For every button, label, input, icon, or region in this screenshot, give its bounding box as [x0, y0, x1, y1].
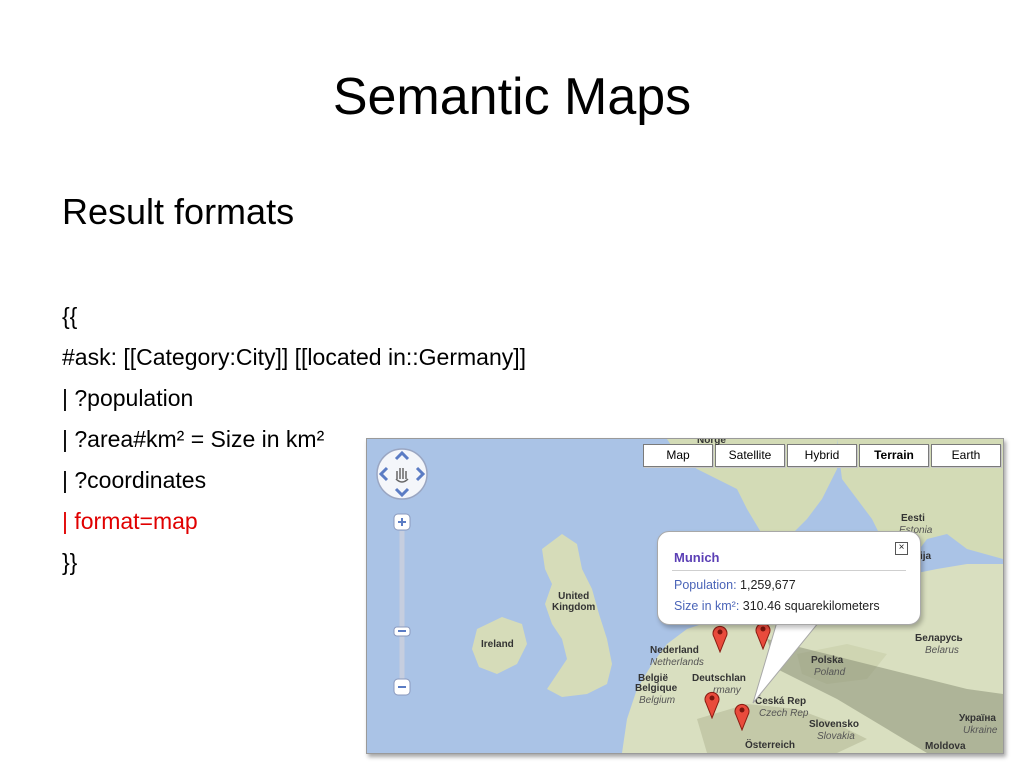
label-polska: Polska	[811, 655, 844, 666]
label-uk: United Kingdom	[552, 591, 595, 613]
pan-control-ring	[376, 448, 428, 500]
label-belgium: Belgium	[639, 695, 676, 706]
label-ukraina: Україна	[959, 713, 996, 724]
map-type-terrain[interactable]: Terrain	[859, 444, 929, 467]
label-osterreich: Österreich	[745, 740, 796, 751]
population-value: 1,259,677	[740, 578, 796, 592]
map-marker-1[interactable]	[711, 623, 729, 653]
zoom-control[interactable]	[393, 513, 411, 703]
label-nederland: Nederland	[650, 645, 699, 656]
pan-control[interactable]	[375, 447, 429, 501]
label-czech: Czech Rep	[759, 708, 809, 719]
label-eesti: Eesti	[901, 513, 925, 524]
label-belgique: Belgique	[635, 683, 678, 694]
slide-title: Semantic Maps	[332, 68, 692, 126]
balloon-population: Population: 1,259,677	[674, 578, 796, 592]
map-marker-dot	[717, 629, 723, 635]
map-marker-3[interactable]	[703, 689, 721, 719]
balloon-size: Size in km²: 310.46 squarekilometers	[674, 599, 880, 613]
label-belarus: Belarus	[925, 645, 959, 656]
label-latvija: ija	[920, 551, 932, 562]
code-line-open: {{	[62, 303, 78, 329]
slide-subtitle: Result formats	[62, 191, 295, 232]
label-ceska: Česká Rep	[755, 696, 807, 707]
label-moldova: Moldova	[925, 741, 966, 752]
population-label: Population:	[674, 578, 737, 592]
label-netherlands: Netherlands	[650, 657, 704, 668]
map-marker-dot	[760, 626, 766, 632]
label-uk-line1: United	[558, 591, 590, 602]
label-deutschland: Deutschlan	[692, 673, 746, 684]
label-uk-line2: Kingdom	[552, 602, 596, 613]
label-slovakia: Slovakia	[817, 731, 855, 742]
map-type-earth[interactable]: Earth	[931, 444, 1001, 467]
label-poland: Poland	[814, 667, 846, 678]
label-norge: Norge	[697, 438, 726, 446]
info-balloon: Munich × Population: 1,259,677 Size in k…	[657, 531, 921, 625]
map-type-hybrid[interactable]: Hybrid	[787, 444, 857, 467]
map-widget[interactable]: Map Satellite Hybrid Terrain Earth Unite…	[366, 438, 1004, 754]
code-line-ask: #ask: [[Category:City]] [[located in::Ge…	[62, 344, 527, 370]
balloon-divider	[672, 570, 906, 571]
label-belarus-local: Беларусь	[915, 633, 963, 644]
map-marker-munich[interactable]	[733, 701, 751, 731]
balloon-title: Munich	[674, 550, 720, 565]
map-type-controls: Map Satellite Hybrid Terrain Earth	[641, 444, 1001, 467]
label-ireland: Ireland	[481, 639, 514, 650]
map-marker-dot	[739, 707, 745, 713]
map-type-map[interactable]: Map	[643, 444, 713, 467]
label-ukraine: Ukraine	[963, 725, 998, 736]
map-type-satellite[interactable]: Satellite	[715, 444, 785, 467]
close-icon[interactable]: ×	[895, 542, 908, 555]
map-marker-dot	[709, 695, 715, 701]
size-label: Size in km²:	[674, 599, 740, 613]
label-slovensko: Slovensko	[809, 719, 860, 730]
size-value: 310.46 squarekilometers	[742, 599, 880, 613]
code-line-population: | ?population	[62, 385, 194, 411]
